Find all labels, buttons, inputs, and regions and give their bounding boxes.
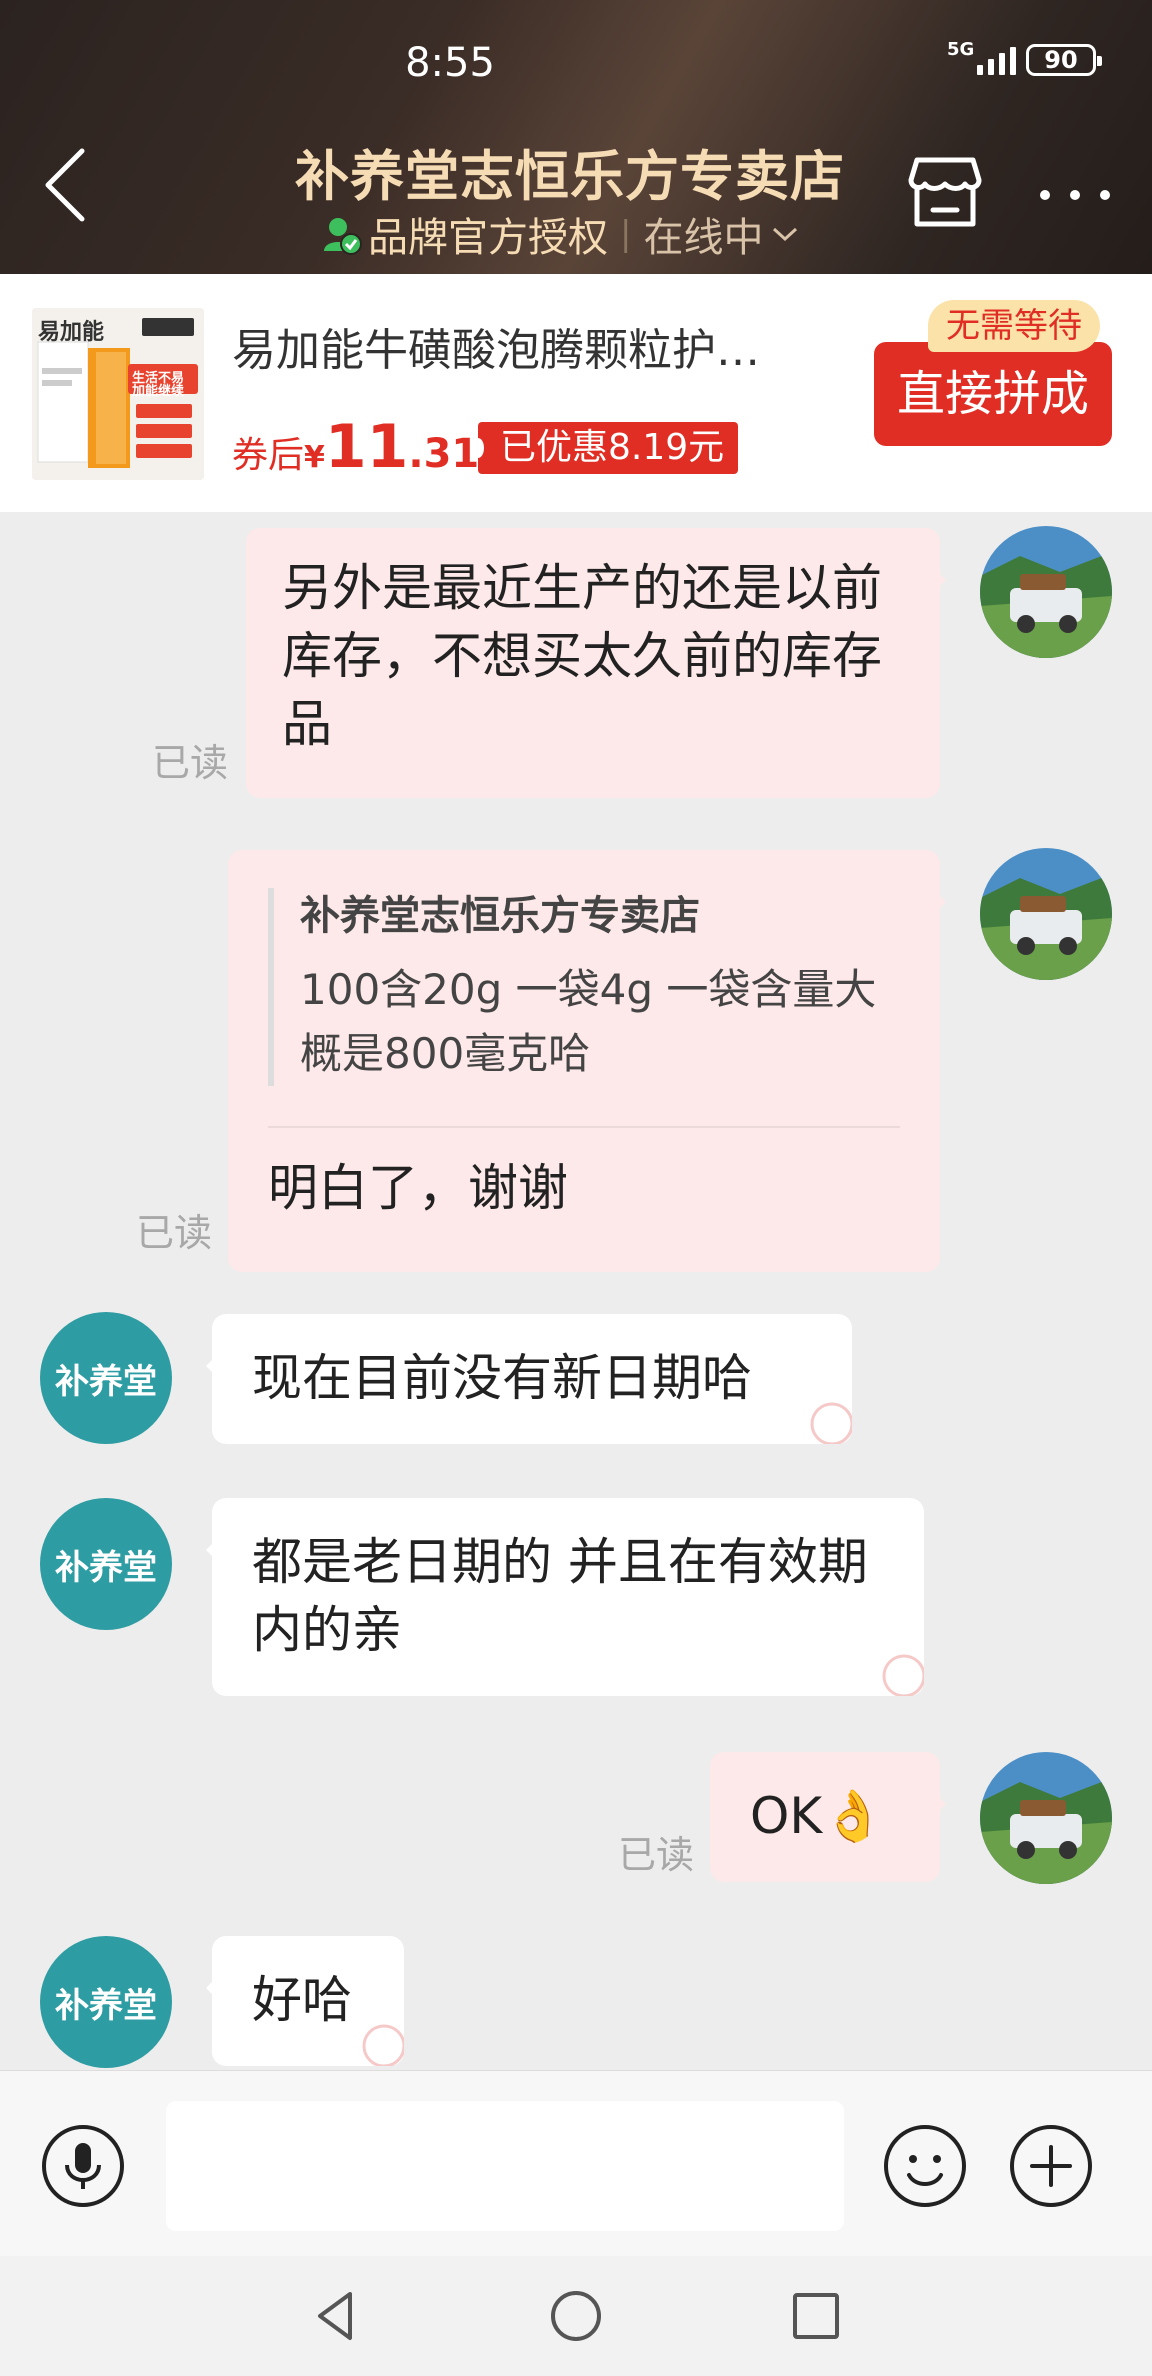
discount-tag: 已优惠8.19元 [471,422,739,474]
message-text: 好哈 [252,1971,352,2029]
thumb-brand: 易加能 [38,320,105,345]
dot-icon [1070,190,1080,200]
landscape-avatar-image [980,1752,1112,1884]
shop-name[interactable]: 补养堂志恒乐方专卖店 [200,132,940,211]
dot-icon [1040,190,1050,200]
pin-stamp-icon [810,1402,852,1444]
battery-level: 90 [1044,46,1078,74]
status-time: 8:55 [405,40,495,86]
product-price: 券后 ¥ 11 .31 [232,412,479,482]
message-text: 明白了，谢谢 [268,1159,568,1217]
message-input-bar [0,2070,1152,2256]
network-type: 5G [947,39,975,60]
circle-home-icon [551,2291,601,2341]
smiley-icon [884,2125,966,2207]
nav-back-button[interactable] [306,2286,366,2346]
chat-messages[interactable]: 另外是最近生产的还是以前库存，不想买太久前的库存品 已读 补养堂志恒乐方专卖店 … [0,512,1152,2070]
message-text: 现在目前没有新日期哈 [252,1349,752,1407]
brand-auth-label: 品牌官方授权 [368,215,608,261]
dot-icon [1100,190,1110,200]
shop-message-bubble[interactable]: 现在目前没有新日期哈 [206,1314,852,1444]
product-name[interactable]: 易加能牛磺酸泡腾颗粒护… [232,314,832,378]
square-recents-icon [793,2293,839,2339]
chevron-down-icon [773,227,798,242]
price-decimal: .31 [408,431,480,477]
quote-divider [268,1126,900,1128]
quoted-message[interactable]: 补养堂志恒乐方专卖店 100含20g 一袋4g 一袋含量大概是800毫克哈 [268,888,888,1086]
pin-stamp-icon [362,2024,404,2066]
product-thumbnail[interactable]: 易加能 生活不易 加能继续 [32,308,204,480]
nav-home-button[interactable] [546,2286,606,2346]
plus-icon [1010,2125,1092,2207]
my-avatar[interactable] [980,848,1112,980]
my-avatar[interactable] [980,526,1112,658]
shop-message-bubble[interactable]: 都是老日期的 并且在有效期内的亲 [206,1498,924,1696]
message-input[interactable] [166,2101,844,2231]
system-navigation-bar [0,2256,1152,2376]
separator: | [620,214,632,254]
triangle-back-icon [318,2292,352,2340]
my-message-bubble[interactable]: OK👌 [710,1752,946,1882]
landscape-avatar-image [980,848,1112,980]
online-status: 在线中 [643,215,764,261]
my-message-bubble[interactable]: 另外是最近生产的还是以前库存，不想买太久前的库存品 [246,528,946,798]
more-options-button[interactable] [1020,170,1130,220]
chat-header: 8:55 5G 90 补养堂志恒乐方专卖店 品牌官方授权 | 在线中 [0,0,1152,274]
shop-subtitle[interactable]: 品牌官方授权 | 在线中 [320,205,799,263]
shop-avatar[interactable]: 补养堂 [40,1936,172,2068]
status-indicators: 5G 90 [947,39,1102,76]
price-integer: 11 [324,412,409,482]
microphone-icon [42,2125,124,2207]
more-actions-button[interactable] [1008,2123,1094,2209]
quote-sender: 补养堂志恒乐方专卖店 [300,893,700,939]
chevron-left-icon [45,148,85,222]
store-icon [908,157,982,227]
shop-avatar[interactable]: 补养堂 [40,1312,172,1444]
shop-avatar-text: 补养堂 [55,1985,157,2026]
my-quoted-message-bubble[interactable]: 补养堂志恒乐方专卖店 100含20g 一袋4g 一袋含量大概是800毫克哈 明白… [228,850,946,1272]
my-avatar[interactable] [980,1752,1112,1884]
shop-avatar-text: 补养堂 [55,1361,157,1402]
group-buy-button[interactable]: 直接拼成 [874,342,1112,446]
price-prefix: 券后 [232,435,305,476]
signal-icon: 5G [947,39,1016,75]
shop-message-bubble[interactable]: 好哈 [206,1936,404,2066]
voice-button[interactable] [40,2123,126,2209]
pin-stamp-icon [882,1654,924,1696]
message-text: OK👌 [750,1787,885,1845]
product-card[interactable]: 易加能 生活不易 加能继续 易加能牛磺酸泡腾颗粒护… 券后 ¥ 11 .31 已… [0,274,1152,512]
read-receipt: 已读 [136,1211,213,1255]
emoji-button[interactable] [882,2123,968,2209]
battery-icon: 90 [1026,44,1102,76]
quote-text: 100含20g 一袋4g 一袋含量大概是800毫克哈 [300,965,877,1078]
verified-icon [324,218,362,255]
nav-recents-button[interactable] [786,2286,846,2346]
message-text: 都是老日期的 并且在有效期内的亲 [252,1533,868,1659]
back-button[interactable] [30,140,100,230]
read-receipt: 已读 [618,1833,695,1877]
shop-avatar-text: 补养堂 [55,1547,157,1588]
shop-avatar[interactable]: 补养堂 [40,1498,172,1630]
landscape-avatar-image [980,526,1112,658]
thumb-slogan-2: 加能继续 [132,384,185,399]
read-receipt: 已读 [152,741,229,785]
price-currency: ¥ [304,440,325,475]
message-text: 另外是最近生产的还是以前库存，不想买太久前的库存品 [282,559,882,753]
store-button[interactable] [905,152,985,232]
no-wait-badge: 无需等待 [928,300,1100,352]
